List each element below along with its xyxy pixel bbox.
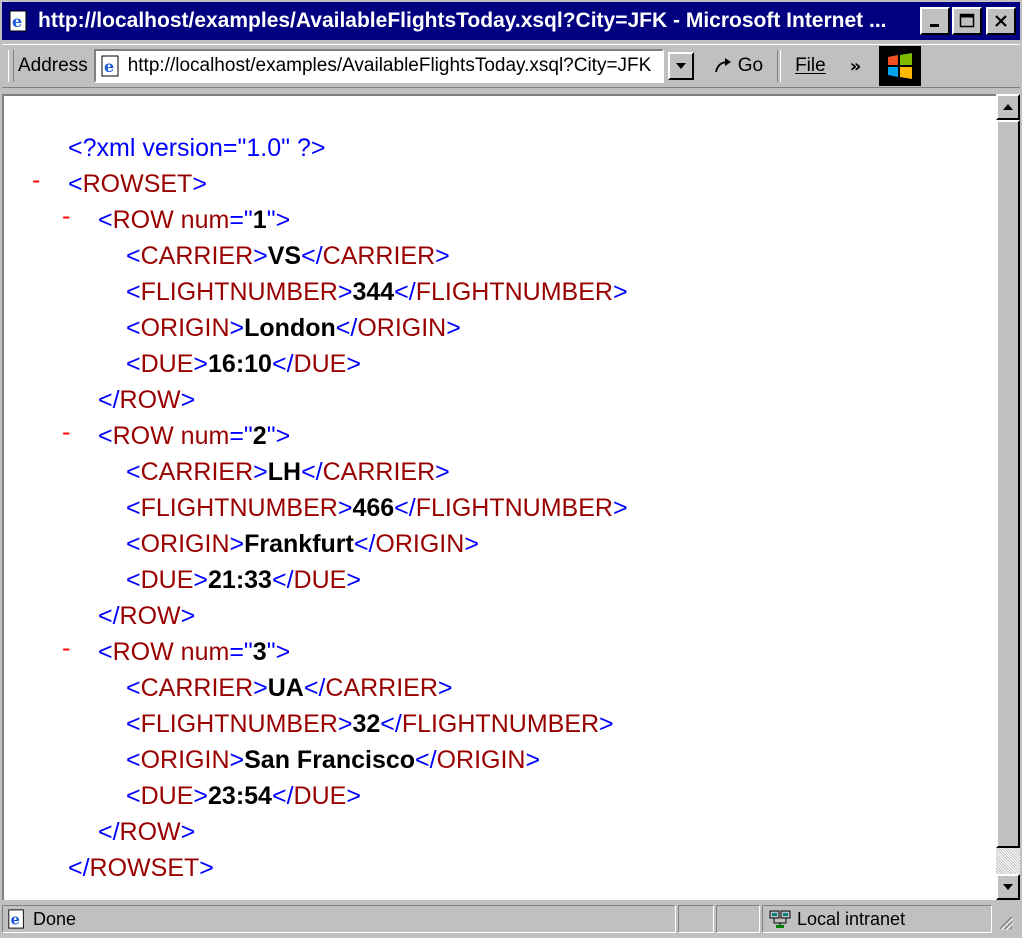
due-value: 21:33 [208, 566, 272, 594]
vertical-scrollbar[interactable] [996, 94, 1020, 900]
scroll-thumb[interactable] [996, 120, 1020, 848]
due-value: 23:54 [208, 782, 272, 810]
flightnumber-value: 344 [352, 278, 395, 306]
carrier-element: <CARRIER>UA</CARRIER> [126, 674, 453, 702]
flightnumber-value: 32 [352, 710, 381, 738]
carrier-value: LH [267, 458, 302, 486]
due-value: 16:10 [208, 350, 272, 378]
due-element: <DUE>16:10</DUE> [126, 350, 361, 378]
svg-text:e: e [12, 12, 22, 31]
browser-window: e http://localhost/examples/AvailableFli… [0, 0, 1022, 938]
scroll-down-button[interactable] [996, 874, 1020, 900]
security-zone-pane[interactable]: Local intranet [762, 905, 992, 933]
row-num: 2 [252, 422, 267, 450]
origin-value: Frankfurt [244, 530, 354, 558]
close-button[interactable] [986, 7, 1016, 35]
xml-viewer: <?xml version="1.0" ?> - <ROWSET> - <ROW… [2, 94, 996, 900]
flightnumber-element: <FLIGHTNUMBER>32</FLIGHTNUMBER> [126, 710, 614, 738]
flightnumber-element: <FLIGHTNUMBER>466</FLIGHTNUMBER> [126, 494, 628, 522]
resize-grip[interactable] [994, 905, 1014, 933]
due-element: <DUE>23:54</DUE> [126, 782, 361, 810]
ie-page-icon: e [100, 55, 122, 77]
menu-file[interactable]: File [795, 55, 826, 77]
origin-element: <ORIGIN>San Francisco</ORIGIN> [126, 746, 541, 774]
status-bar: e Done Local intranet [2, 902, 1020, 936]
svg-text:e: e [104, 57, 114, 76]
origin-element: <ORIGIN>London</ORIGIN> [126, 314, 461, 342]
status-pane-empty [678, 905, 714, 933]
collapse-toggle[interactable]: - [32, 166, 40, 195]
origin-value: San Francisco [244, 746, 416, 774]
status-text: Done [33, 908, 77, 929]
maximize-button[interactable] [952, 7, 982, 35]
intranet-icon [769, 909, 791, 929]
ie-page-icon: e [6, 8, 32, 34]
go-button[interactable]: Go [712, 55, 763, 77]
flightnumber-element: <FLIGHTNUMBER>344</FLIGHTNUMBER> [126, 278, 628, 306]
svg-text:e: e [11, 911, 20, 928]
row-num: 3 [252, 638, 267, 666]
row-open-tag: <ROW num="1"> [98, 206, 291, 234]
rowset-open-tag: <ROWSET> [68, 170, 207, 198]
carrier-value: UA [267, 674, 304, 702]
collapse-toggle[interactable]: - [62, 202, 70, 231]
window-title: http://localhost/examples/AvailableFligh… [38, 9, 887, 32]
status-pane-empty [716, 905, 760, 933]
security-zone-label: Local intranet [797, 908, 906, 929]
collapse-toggle[interactable]: - [62, 418, 70, 447]
address-bar[interactable]: e [93, 49, 664, 83]
arrow-down-icon [1003, 884, 1013, 890]
go-arrow-icon [712, 56, 734, 76]
windows-logo [879, 46, 922, 86]
row-open-tag: <ROW num="2"> [98, 422, 291, 450]
more-chevron-icon[interactable]: » [850, 56, 862, 77]
status-text-pane: e Done [2, 905, 676, 933]
toolbar-separator [777, 50, 782, 82]
rowset-close-tag: </ROWSET> [68, 854, 214, 882]
due-element: <DUE>21:33</DUE> [126, 566, 361, 594]
carrier-value: VS [267, 242, 302, 270]
row-close-tag: </ROW> [98, 602, 196, 630]
ie-page-icon: e [7, 909, 27, 929]
row-open-tag: <ROW num="3"> [98, 638, 291, 666]
carrier-element: <CARRIER>VS</CARRIER> [126, 242, 450, 270]
address-toolbar: Address e Go File » [2, 44, 1020, 88]
xml-declaration: <?xml version="1.0" ?> [68, 134, 326, 162]
arrow-up-icon [1003, 104, 1013, 110]
address-dropdown-button[interactable] [667, 52, 694, 80]
go-label: Go [737, 55, 764, 76]
flightnumber-value: 466 [352, 494, 395, 522]
scroll-up-button[interactable] [996, 94, 1020, 120]
address-input[interactable] [127, 55, 662, 77]
carrier-element: <CARRIER>LH</CARRIER> [126, 458, 450, 486]
collapse-toggle[interactable]: - [62, 634, 70, 663]
minimize-button[interactable] [920, 7, 950, 35]
row-close-tag: </ROW> [98, 386, 196, 414]
rowset-tag-name: ROWSET [82, 170, 193, 198]
row-close-tag: </ROW> [98, 818, 196, 846]
address-label: Address [18, 55, 88, 76]
origin-value: London [244, 314, 336, 342]
origin-element: <ORIGIN>Frankfurt</ORIGIN> [126, 530, 479, 558]
toolbar-grip[interactable] [8, 50, 14, 82]
title-bar[interactable]: e http://localhost/examples/AvailableFli… [2, 2, 1020, 40]
row-num: 1 [252, 206, 267, 234]
